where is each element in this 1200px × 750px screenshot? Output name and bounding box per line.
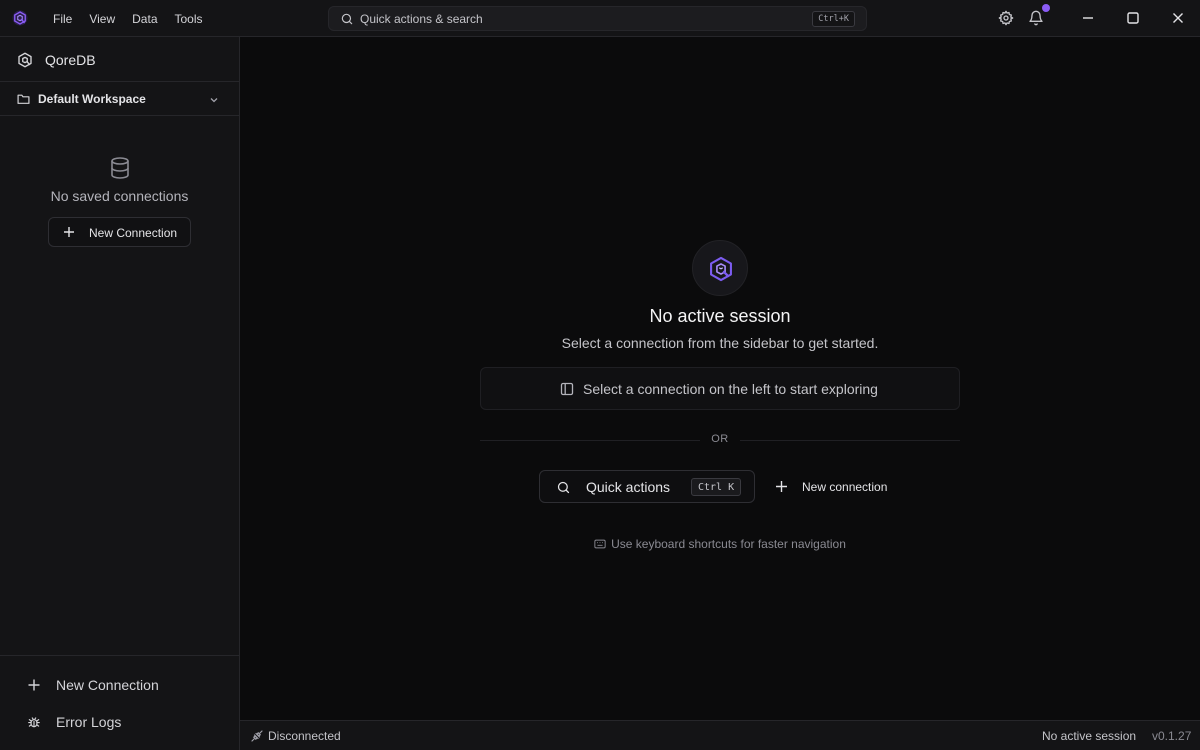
divider-left [480, 440, 700, 441]
app-logo-icon [18, 52, 32, 68]
keyboard-icon [594, 539, 606, 549]
minimize-icon[interactable] [1081, 11, 1095, 25]
app-name: QoreDB [45, 52, 96, 68]
main-panel: No active session Select a connection fr… [240, 37, 1200, 720]
chevron-down-icon [210, 98, 218, 103]
quick-actions-label: Quick actions [586, 479, 671, 495]
hint-box: Select a connection on the left to start… [480, 367, 960, 410]
empty-state-title: No active session [649, 306, 791, 326]
sidebar-brand: QoreDB [0, 37, 239, 82]
error-logs-button[interactable]: Error Logs [0, 707, 239, 737]
app-version: v0.1.27 [1152, 729, 1192, 743]
keyboard-hint: Use keyboard shortcuts for faster naviga… [240, 537, 1200, 551]
empty-state-subtitle: Select a connection from the sidebar to … [561, 335, 879, 351]
quick-search-bar[interactable]: Quick actions & search Ctrl+K [328, 6, 867, 31]
status-bar: Disconnected No active session v0.1.27 [240, 720, 1200, 750]
sidebar: QoreDB Default Workspace No saved connec… [0, 37, 240, 750]
database-icon [111, 157, 129, 179]
menu-file[interactable]: File [53, 12, 72, 26]
or-divider-text: OR [711, 433, 729, 445]
plus-icon [64, 227, 74, 237]
menu-bar: File View Data Tools [53, 0, 220, 37]
sidebar-footer: New Connection Error Logs [0, 655, 239, 750]
footer-new-connection-button[interactable]: New Connection [0, 670, 239, 700]
app-logo-icon [12, 10, 28, 26]
new-connection-label: New Connection [89, 226, 178, 240]
menu-tools[interactable]: Tools [175, 12, 203, 26]
close-icon[interactable] [1171, 11, 1185, 25]
workspace-selector[interactable]: Default Workspace [0, 82, 239, 116]
bell-icon[interactable] [1028, 10, 1044, 26]
quick-actions-button[interactable]: Quick actions Ctrl K [539, 470, 755, 503]
menu-data[interactable]: Data [132, 12, 157, 26]
folder-icon [17, 94, 30, 104]
settings-icon[interactable] [998, 10, 1014, 26]
unplug-icon [251, 730, 263, 742]
new-connection-button[interactable]: New Connection [48, 217, 191, 247]
maximize-icon[interactable] [1126, 11, 1140, 25]
connection-status: Disconnected [268, 729, 341, 743]
empty-connections-text: No saved connections [50, 188, 189, 204]
error-logs-label: Error Logs [56, 714, 122, 730]
search-icon [341, 13, 353, 25]
search-icon [557, 481, 570, 494]
plus-icon [28, 679, 40, 691]
app-window: File View Data Tools Quick actions & sea… [0, 0, 1200, 750]
plus-icon [776, 481, 787, 492]
main-new-connection-button[interactable]: New connection [766, 470, 896, 503]
bug-icon [28, 717, 40, 728]
quick-actions-shortcut-badge: Ctrl K [691, 478, 742, 496]
notification-badge [1042, 4, 1050, 12]
session-status: No active session [1042, 729, 1137, 743]
search-shortcut-badge: Ctrl+K [812, 11, 855, 27]
search-label: Quick actions & search [360, 12, 483, 26]
hero-logo-badge [692, 240, 748, 296]
divider-right [740, 440, 960, 441]
sidebar-panel-icon [560, 382, 574, 396]
keyboard-hint-text: Use keyboard shortcuts for faster naviga… [611, 537, 846, 551]
menu-view[interactable]: View [89, 12, 115, 26]
hint-text: Select a connection on the left to start… [583, 381, 878, 397]
app-logo-icon [710, 256, 732, 282]
main-new-connection-label: New connection [802, 480, 888, 494]
title-bar: File View Data Tools Quick actions & sea… [0, 0, 1200, 37]
footer-new-connection-label: New Connection [56, 677, 159, 693]
workspace-name: Default Workspace [38, 92, 146, 106]
